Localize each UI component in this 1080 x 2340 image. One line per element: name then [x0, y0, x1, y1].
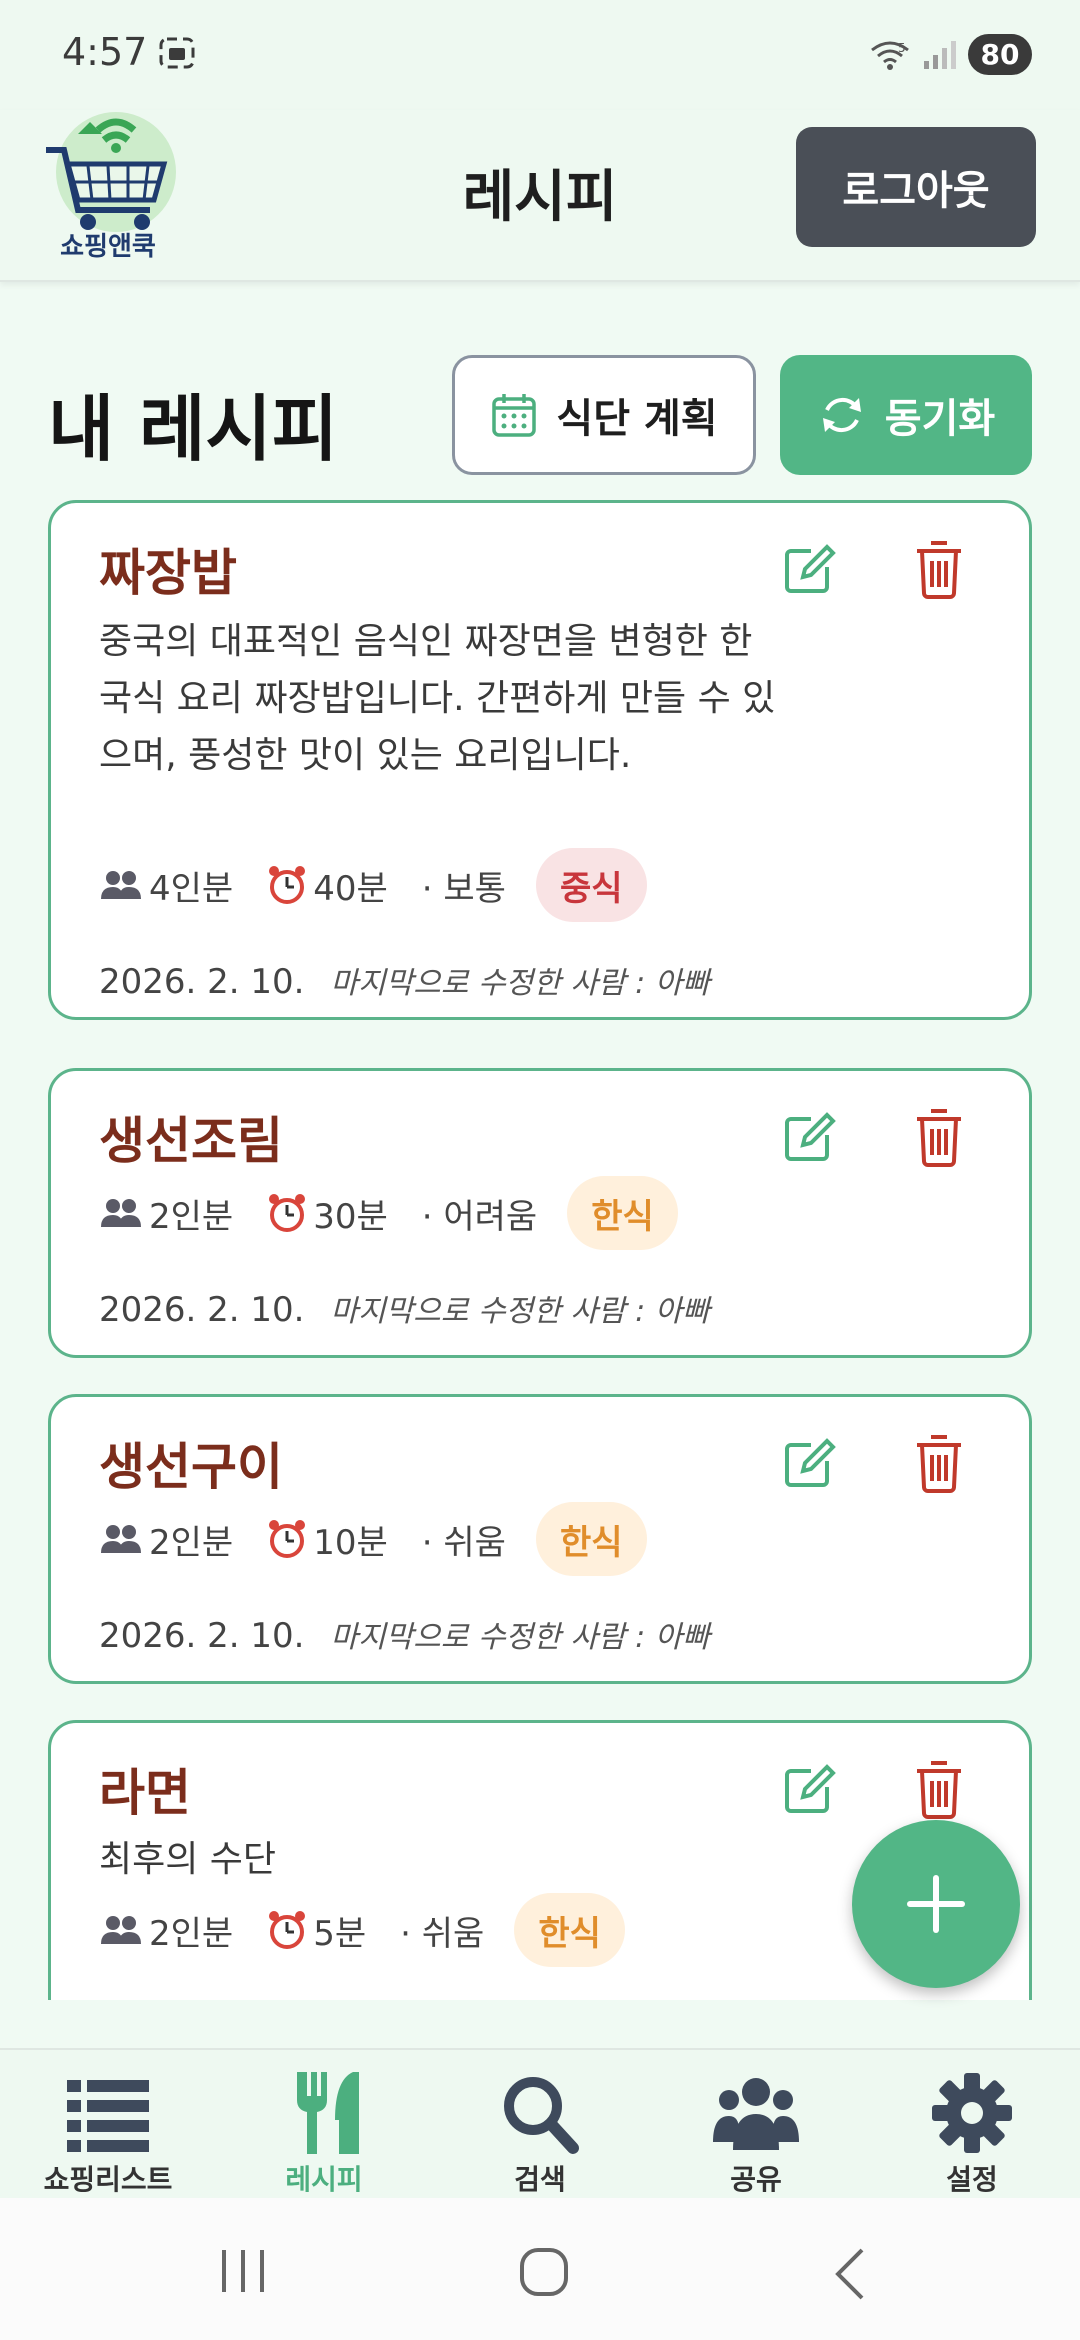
category-badge: 한식: [535, 1502, 647, 1576]
edit-icon[interactable]: [781, 1761, 837, 1817]
meal-plan-label: 식단 계획: [556, 396, 718, 442]
difficulty: · 쉬움: [421, 1522, 506, 1563]
gear-icon: [932, 2073, 1012, 2153]
meal-plan-button[interactable]: 식단 계획: [452, 355, 756, 475]
updated-date: 2026. 2. 10.: [99, 962, 305, 1002]
status-bar: 4:57 5 80: [0, 0, 1080, 110]
fork-knife-icon: [297, 2072, 359, 2154]
updated-date: 2026. 2. 10.: [99, 1290, 305, 1330]
recipe-meta: 2인분 30분 · 어려움 한식: [99, 1176, 678, 1250]
back-icon[interactable]: [830, 2246, 870, 2302]
nav-label: 설정: [946, 2163, 998, 2196]
recipe-name: 생선조림: [99, 1112, 283, 1170]
status-time: 4:57: [62, 30, 148, 74]
edit-icon[interactable]: [781, 1109, 837, 1165]
trash-icon[interactable]: [913, 1107, 965, 1167]
wifi-icon: 5: [871, 41, 909, 70]
people-icon: [101, 1916, 141, 1944]
cook-time: 5분: [313, 1913, 367, 1954]
recipe-card[interactable]: 생선구이 2인분 10분 · 쉬움 한식 2026. 2. 10. 마지막으로 …: [48, 1394, 1032, 1684]
category-badge: 한식: [567, 1176, 678, 1250]
edit-icon[interactable]: [781, 541, 837, 597]
system-nav-bar: [0, 2198, 1080, 2340]
category-badge: 한식: [514, 1893, 625, 1967]
alarm-clock-icon: [269, 1520, 306, 1558]
screenshot-icon: [159, 37, 195, 69]
nav-item-search[interactable]: 검색: [432, 2050, 648, 2198]
nav-label: 공유: [730, 2163, 782, 2196]
logout-button[interactable]: 로그아웃: [796, 127, 1036, 247]
cook-time: 30분: [313, 1196, 388, 1237]
last-editor: 마지막으로 수정한 사람 : 아빠: [330, 966, 710, 1001]
people-icon: [101, 871, 141, 899]
servings: 2인분: [149, 1522, 234, 1563]
nav-label: 쇼핑리스트: [43, 2163, 173, 2196]
recipe-name: 짜장밥: [99, 544, 237, 602]
nav-item-settings[interactable]: 설정: [864, 2050, 1080, 2198]
recent-apps-icon[interactable]: [218, 2246, 268, 2296]
last-editor: 마지막으로 수정한 사람 : 아빠: [330, 1294, 710, 1329]
people-icon: [101, 1525, 141, 1553]
svg-text:5: 5: [898, 41, 906, 55]
nav-item-recipe[interactable]: 레시피: [216, 2050, 432, 2198]
sync-label: 동기화: [884, 396, 996, 442]
search-icon: [504, 2077, 579, 2154]
recipe-meta: 2인분 10분 · 쉬움 한식: [99, 1502, 647, 1576]
updated-date: 2026. 2. 10.: [99, 1616, 305, 1656]
category-badge: 중식: [535, 848, 647, 922]
home-icon[interactable]: [518, 2246, 570, 2298]
recipe-name: 라면: [99, 1764, 191, 1822]
users-icon: [713, 2078, 799, 2150]
bottom-nav: 쇼핑리스트 레시피 검색 공유 설정: [0, 2048, 1080, 2198]
signal-icon: [924, 40, 956, 69]
servings: 2인분: [149, 1196, 234, 1237]
recipe-name: 생선구이: [99, 1438, 283, 1496]
trash-icon[interactable]: [913, 1433, 965, 1493]
trash-icon[interactable]: [913, 1759, 965, 1819]
calendar-icon: [492, 394, 537, 437]
recipe-meta: 4인분 40분 · 보통 중식: [99, 848, 647, 922]
plus-icon: [907, 1875, 965, 1933]
cook-time: 10분: [313, 1522, 388, 1563]
difficulty: · 보통: [421, 868, 506, 909]
section-title: 내 레시피: [48, 387, 339, 471]
recipe-list[interactable]: 짜장밥 중국의 대표적인 음식인 짜장면을 변형한 한국식 요리 짜장밥입니다.…: [0, 490, 1080, 2000]
recipe-card[interactable]: 짜장밥 중국의 대표적인 음식인 짜장면을 변형한 한국식 요리 짜장밥입니다.…: [48, 500, 1032, 1020]
svg-text:쇼핑앤쿡: 쇼핑앤쿡: [60, 232, 156, 260]
list-icon: [67, 2080, 149, 2152]
nav-label: 검색: [514, 2163, 566, 2196]
nav-item-shopping-list[interactable]: 쇼핑리스트: [0, 2050, 216, 2198]
recipe-card[interactable]: 생선조림 2인분 30분 · 어려움 한식 2026. 2. 10. 마지막으로…: [48, 1068, 1032, 1358]
alarm-clock-icon: [269, 1194, 306, 1232]
app-header: 쇼핑앤쿡 레시피 로그아웃: [0, 110, 1080, 282]
edit-icon[interactable]: [781, 1435, 837, 1491]
alarm-clock-icon: [269, 866, 306, 904]
sync-button[interactable]: 동기화: [780, 355, 1032, 475]
recipe-description: 최후의 수단: [99, 1839, 277, 1880]
nav-item-share[interactable]: 공유: [648, 2050, 864, 2198]
last-editor: 마지막으로 수정한 사람 : 아빠: [330, 1620, 710, 1655]
sync-icon: [822, 397, 861, 433]
people-icon: [101, 1199, 141, 1227]
alarm-clock-icon: [269, 1911, 306, 1949]
servings: 4인분: [149, 868, 234, 909]
nav-label: 레시피: [285, 2163, 363, 2196]
difficulty: · 어려움: [421, 1196, 538, 1237]
add-recipe-button[interactable]: [852, 1820, 1020, 1988]
recipe-meta: 2인분 5분 · 쉬움 한식: [99, 1893, 625, 1967]
recipe-description: 중국의 대표적인 음식인 짜장면을 변형한 한국식 요리 짜장밥입니다. 간편하…: [99, 621, 776, 776]
trash-icon[interactable]: [913, 539, 965, 599]
battery-indicator: 80: [968, 34, 1032, 75]
difficulty: · 쉬움: [400, 1913, 485, 1954]
servings: 2인분: [149, 1913, 234, 1954]
cook-time: 40분: [313, 868, 388, 909]
